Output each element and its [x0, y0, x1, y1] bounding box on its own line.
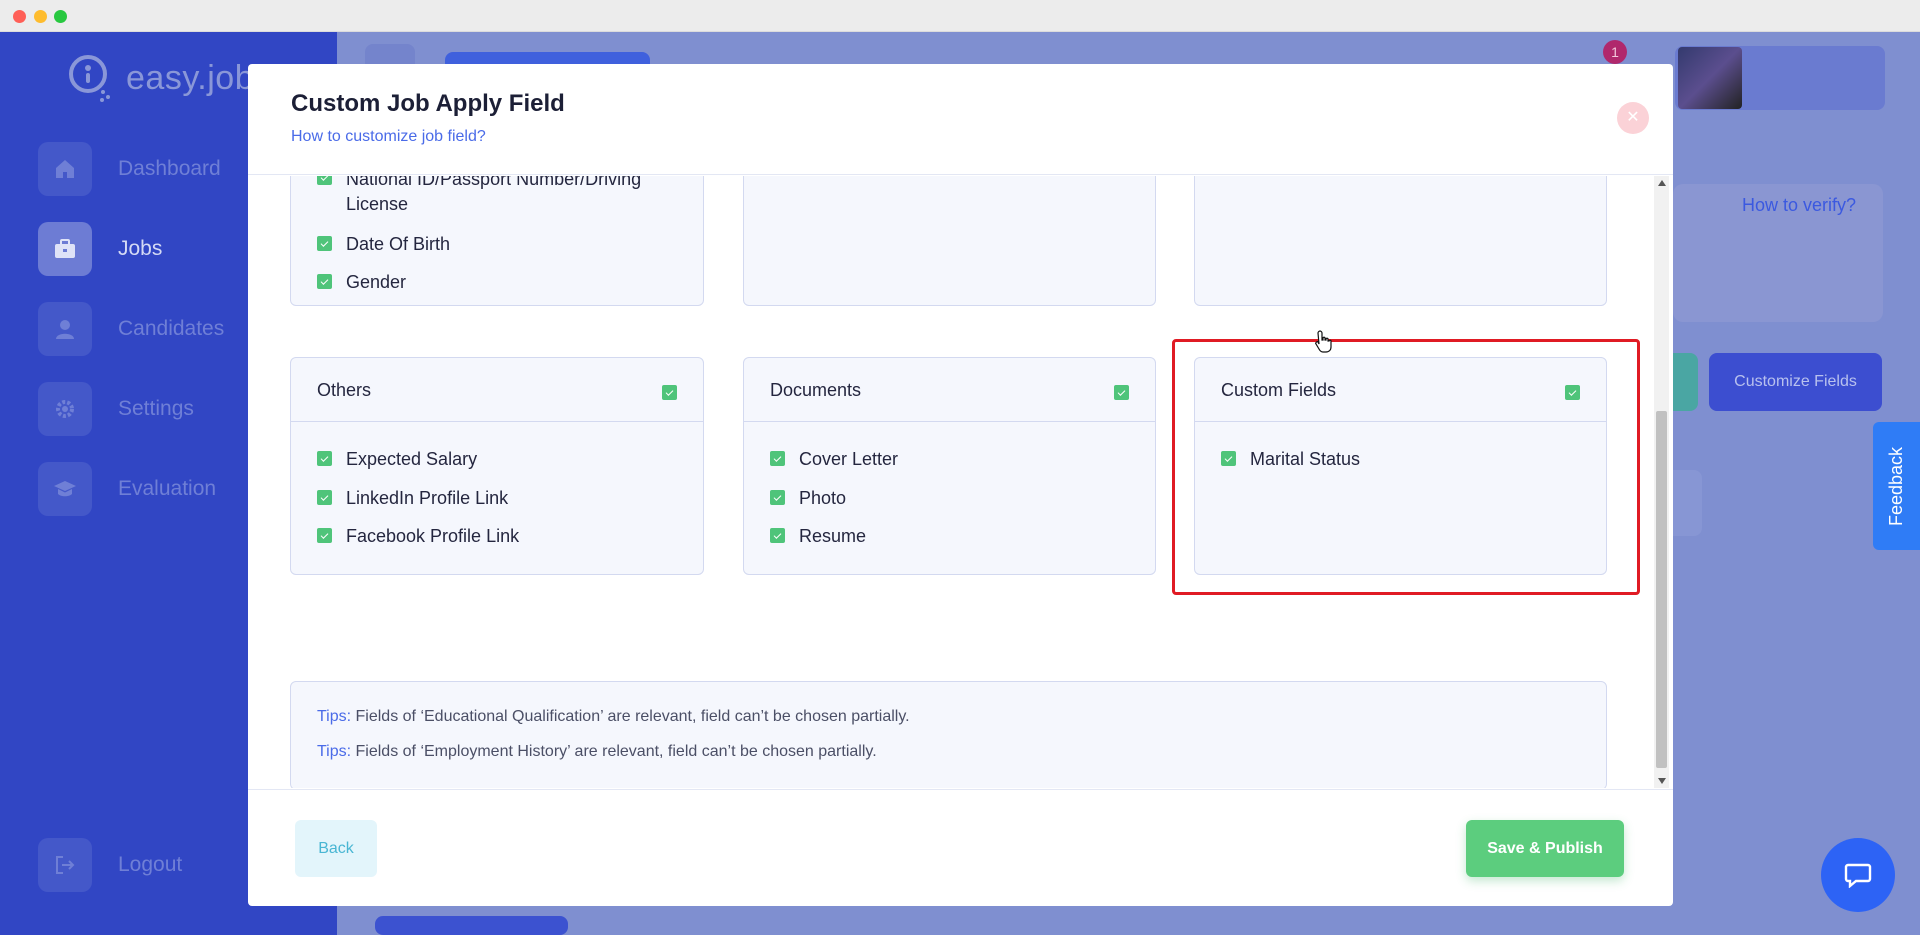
empty-card: [743, 176, 1156, 306]
section-title: Others: [317, 380, 372, 400]
sidebar-item-jobs[interactable]: Jobs: [38, 222, 162, 276]
checkbox-checked-icon[interactable]: [317, 528, 332, 543]
close-icon: ✕: [1626, 109, 1640, 126]
sidebar-item-label: Settings: [118, 397, 194, 420]
checkbox-checked-icon[interactable]: [770, 451, 785, 466]
back-button[interactable]: Back: [295, 820, 377, 877]
scroll-up-arrow-icon[interactable]: [1658, 180, 1666, 186]
background-button[interactable]: [375, 916, 568, 935]
minimize-window-button[interactable]: [34, 10, 47, 23]
save-publish-button[interactable]: Save & Publish: [1466, 820, 1624, 877]
section-select-all-checkbox[interactable]: [662, 385, 677, 400]
sidebar-item-label: Evaluation: [118, 477, 217, 500]
sidebar-item-evaluation[interactable]: Evaluation: [38, 462, 216, 516]
avatar: [1678, 47, 1742, 109]
logout-label: Logout: [118, 853, 183, 876]
personal-info-card: National ID/Passport Number/Driving Lice…: [290, 176, 704, 306]
feedback-label: Feedback: [1886, 446, 1906, 526]
field-linkedin-profile-link[interactable]: LinkedIn Profile Link: [317, 485, 508, 511]
feedback-tab[interactable]: Feedback: [1873, 422, 1920, 550]
logo-icon: [66, 52, 116, 104]
checkbox-checked-icon[interactable]: [317, 490, 332, 505]
tip-employment: Tips: Fields of ‘Employment History’ are…: [317, 743, 877, 760]
sidebar-item-settings[interactable]: Settings: [38, 382, 194, 436]
checkbox-checked-icon[interactable]: [317, 274, 332, 289]
section-header: Others: [291, 358, 703, 422]
section-others: Others Expected Salary LinkedIn Profile …: [290, 357, 704, 575]
checkbox-checked-icon[interactable]: [317, 176, 332, 185]
scroll-down-arrow-icon[interactable]: [1658, 778, 1666, 784]
checkbox-checked-icon[interactable]: [317, 451, 332, 466]
sidebar-item-dashboard[interactable]: Dashboard: [38, 142, 221, 196]
home-icon: [38, 142, 92, 196]
customize-fields-button[interactable]: Customize Fields: [1709, 353, 1882, 411]
checkbox-checked-icon[interactable]: [770, 528, 785, 543]
modal-title: Custom Job Apply Field: [291, 90, 565, 117]
field-photo[interactable]: Photo: [770, 485, 846, 511]
logo[interactable]: easy.jobs: [66, 52, 272, 104]
logout-button[interactable]: Logout: [38, 838, 182, 892]
chat-button[interactable]: [1821, 838, 1895, 912]
sidebar-item-label: Dashboard: [118, 157, 221, 180]
how-to-verify-link[interactable]: How to verify?: [1742, 195, 1856, 216]
modal-footer: Back Save & Publish: [248, 789, 1673, 906]
empty-card: [1194, 176, 1607, 306]
sidebar-item-label: Jobs: [118, 237, 163, 260]
checkbox-checked-icon[interactable]: [770, 490, 785, 505]
notification-badge[interactable]: 1: [1603, 40, 1627, 64]
maximize-window-button[interactable]: [54, 10, 67, 23]
field-gender[interactable]: Gender: [317, 269, 406, 295]
section-title: Documents: [770, 380, 862, 400]
hand-cursor-icon: [1314, 330, 1334, 359]
how-to-customize-link[interactable]: How to customize job field?: [291, 128, 486, 146]
tips-box: Tips: Fields of ‘Educational Qualificati…: [290, 681, 1607, 788]
close-window-button[interactable]: [13, 10, 26, 23]
field-expected-salary[interactable]: Expected Salary: [317, 446, 477, 472]
window-titlebar: [0, 0, 1920, 32]
highlight-box: [1172, 339, 1640, 595]
user-icon: [38, 302, 92, 356]
field-national-id[interactable]: National ID/Passport Number/Driving Lice…: [317, 176, 697, 217]
checkbox-checked-icon[interactable]: [317, 236, 332, 251]
field-cover-letter[interactable]: Cover Letter: [770, 446, 898, 472]
section-header: Documents: [744, 358, 1155, 422]
chat-icon: [1844, 863, 1872, 888]
field-facebook-profile-link[interactable]: Facebook Profile Link: [317, 523, 519, 549]
close-modal-button[interactable]: ✕: [1617, 102, 1649, 134]
custom-job-apply-field-modal: Custom Job Apply Field How to customize …: [248, 64, 1673, 906]
section-select-all-checkbox[interactable]: [1114, 385, 1129, 400]
sidebar-item-candidates[interactable]: Candidates: [38, 302, 224, 356]
section-documents: Documents Cover Letter Photo Resume: [743, 357, 1156, 575]
tip-educational: Tips: Fields of ‘Educational Qualificati…: [317, 708, 910, 725]
modal-header: Custom Job Apply Field How to customize …: [248, 64, 1673, 175]
gear-icon: [38, 382, 92, 436]
briefcase-icon: [38, 222, 92, 276]
modal-scrollbar[interactable]: [1654, 176, 1669, 788]
field-date-of-birth[interactable]: Date Of Birth: [317, 231, 450, 257]
field-resume[interactable]: Resume: [770, 523, 866, 549]
scroll-thumb[interactable]: [1656, 411, 1667, 768]
logout-icon: [38, 838, 92, 892]
sidebar-item-label: Candidates: [118, 317, 225, 340]
graduation-cap-icon: [38, 462, 92, 516]
